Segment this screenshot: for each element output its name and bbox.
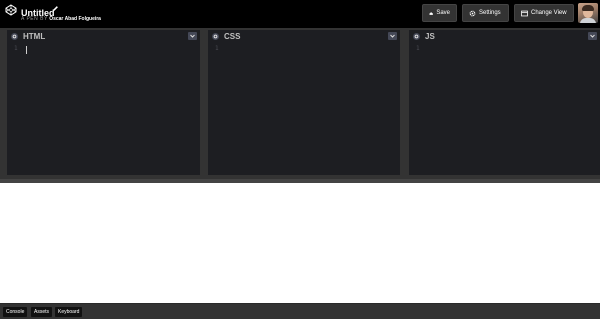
css-editor-panel: CSS 1	[208, 30, 400, 175]
chevron-down-icon[interactable]	[388, 32, 397, 40]
css-editor-header: CSS	[208, 30, 400, 42]
js-editor-header: JS	[409, 30, 600, 42]
gear-icon[interactable]	[413, 33, 420, 40]
avatar[interactable]	[578, 3, 598, 23]
pen-byline: A PEN BY Oscar Abad Folgueira	[21, 16, 101, 22]
html-code-input[interactable]	[23, 44, 196, 173]
save-button[interactable]: Save	[422, 4, 457, 22]
pen-by-label: A PEN BY	[21, 16, 48, 22]
settings-button[interactable]: Settings	[462, 4, 509, 22]
keyboard-button[interactable]: Keyboard	[55, 307, 83, 317]
chevron-down-icon[interactable]	[588, 32, 597, 40]
preview-pane[interactable]	[0, 183, 600, 303]
change-view-label: Change View	[531, 10, 567, 16]
chevron-down-icon[interactable]	[188, 32, 197, 40]
gear-icon[interactable]	[11, 33, 18, 40]
js-editor-title: JS	[425, 32, 435, 41]
text-cursor	[26, 46, 27, 54]
gear-icon	[469, 10, 476, 16]
settings-label: Settings	[479, 10, 501, 16]
assets-button[interactable]: Assets	[31, 307, 53, 317]
line-number: 1	[14, 45, 18, 52]
header-bar: Untitled A PEN BY Oscar Abad Folgueira S…	[0, 0, 600, 28]
avatar-shirt	[580, 18, 596, 23]
editors-area: HTML 1 CSS 1 JS 1	[0, 28, 600, 179]
author-name[interactable]: Oscar Abad Folgueira	[49, 16, 101, 22]
html-editor-header: HTML	[7, 30, 200, 42]
save-label: Save	[436, 10, 450, 16]
footer-bar: Console Assets Keyboard	[0, 303, 600, 319]
console-button[interactable]: Console	[3, 307, 28, 317]
cloud-icon	[429, 11, 434, 15]
change-view-button[interactable]: Change View	[514, 4, 574, 22]
line-number: 1	[215, 45, 219, 52]
pencil-icon[interactable]	[52, 5, 59, 12]
html-editor-panel: HTML 1	[7, 30, 200, 175]
js-editor-panel: JS 1	[409, 30, 600, 175]
css-code-input[interactable]	[224, 44, 396, 173]
line-number: 1	[416, 45, 420, 52]
css-editor-title: CSS	[224, 32, 241, 41]
avatar-hair	[582, 5, 594, 11]
codepen-logo-icon[interactable]	[5, 4, 17, 16]
html-editor-title: HTML	[23, 32, 46, 41]
layout-icon	[521, 10, 528, 16]
js-code-input[interactable]	[425, 44, 596, 173]
gear-icon[interactable]	[212, 33, 219, 40]
